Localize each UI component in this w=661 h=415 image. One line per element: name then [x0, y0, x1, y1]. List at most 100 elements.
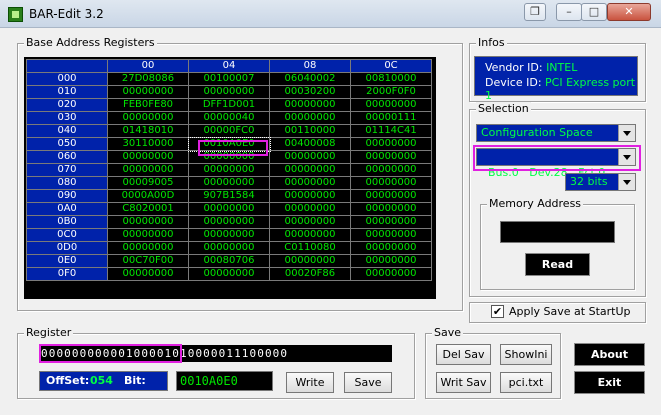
register-cell[interactable]: 0010A0E0: [187, 136, 271, 152]
vendor-id-value: INTEL: [546, 61, 578, 74]
row-address: 050: [26, 137, 108, 151]
register-cell[interactable]: 00009005: [107, 176, 189, 190]
register-cell[interactable]: 30110000: [107, 137, 189, 151]
width-select[interactable]: 32 bits: [565, 173, 636, 191]
register-cell[interactable]: 01418010: [107, 124, 189, 138]
chevron-down-icon[interactable]: [618, 174, 635, 190]
apply-save-checkbox[interactable]: ✔: [491, 305, 504, 318]
register-cell[interactable]: 00000000: [269, 189, 351, 203]
register-cell[interactable]: 00000000: [350, 202, 432, 216]
register-cell[interactable]: 00100007: [188, 72, 270, 86]
write-button[interactable]: Write: [286, 372, 334, 393]
grid-header-row: 00 04 08 0C: [26, 59, 432, 73]
register-cell[interactable]: FEB0FE80: [107, 98, 189, 112]
register-cell[interactable]: 00000000: [107, 215, 189, 229]
register-cell[interactable]: 00C70F00: [107, 254, 189, 268]
register-cell[interactable]: 00000000: [269, 228, 351, 242]
register-cell[interactable]: 00000000: [269, 98, 351, 112]
register-cell[interactable]: 00000000: [269, 111, 351, 125]
register-cell[interactable]: 00000000: [188, 267, 270, 281]
offset-label: OffSet:: [46, 374, 90, 387]
chevron-down-icon[interactable]: [618, 149, 635, 165]
register-legend: Register: [24, 326, 74, 339]
register-cell[interactable]: 00000000: [188, 176, 270, 190]
register-grid[interactable]: 00 04 08 0C 000 27D08086 00100007 06040002 0…: [24, 57, 436, 299]
register-cell[interactable]: 00000000: [107, 111, 189, 125]
memory-address-legend: Memory Address: [487, 197, 584, 210]
bar-legend: Base Address Registers: [24, 36, 157, 49]
exit-button[interactable]: Exit: [574, 371, 645, 394]
bus-dev-fct-select[interactable]: Bus.0 Dev.28 Fct.0: [476, 148, 636, 179]
register-cell[interactable]: 00000000: [188, 241, 270, 255]
register-cell[interactable]: 00000000: [350, 267, 432, 281]
register-cell[interactable]: 2000F0F0: [350, 85, 432, 99]
register-cell[interactable]: 00000040: [188, 111, 270, 125]
register-cell[interactable]: 00000000: [269, 163, 351, 177]
register-cell[interactable]: 00000000: [269, 215, 351, 229]
register-value-field[interactable]: 0010A0E0: [176, 371, 273, 391]
register-cell[interactable]: 00000000: [269, 254, 351, 268]
register-cell[interactable]: 907B1584: [188, 189, 270, 203]
register-cell[interactable]: C0110080: [269, 241, 351, 255]
register-cell[interactable]: 0000A00D: [107, 189, 189, 203]
register-cell[interactable]: 00000000: [107, 163, 189, 177]
register-cell[interactable]: 00000000: [269, 176, 351, 190]
register-cell[interactable]: 00020F86: [269, 267, 351, 281]
register-cell[interactable]: 00000FC0: [188, 124, 270, 138]
register-cell[interactable]: 00000000: [188, 150, 270, 164]
register-cell[interactable]: 00000000: [350, 215, 432, 229]
register-cell[interactable]: 00400008: [269, 137, 351, 151]
pci-txt-button[interactable]: pci.txt: [500, 372, 552, 393]
register-cell[interactable]: 06040002: [269, 72, 351, 86]
register-cell[interactable]: 00000000: [350, 241, 432, 255]
register-cell[interactable]: 00000000: [188, 215, 270, 229]
register-cell[interactable]: 00000000: [188, 228, 270, 242]
register-cell[interactable]: 00000000: [269, 150, 351, 164]
register-cell[interactable]: 00080706: [188, 254, 270, 268]
register-cell[interactable]: 27D08086: [107, 72, 189, 86]
register-cell[interactable]: 00000000: [350, 137, 432, 151]
grid-row: 070 00000000 00000000 00000000 00000000: [26, 163, 432, 177]
register-cell[interactable]: C8020001: [107, 202, 189, 216]
del-sav-button[interactable]: Del Sav: [436, 344, 491, 365]
save-button[interactable]: Save: [344, 372, 392, 393]
minimize-button[interactable]: –: [556, 3, 582, 21]
memory-address-input[interactable]: [500, 221, 615, 243]
column-header: 04: [188, 59, 270, 73]
register-cell[interactable]: 00810000: [350, 72, 432, 86]
register-cell[interactable]: 00000000: [350, 176, 432, 190]
register-cell[interactable]: 00000000: [107, 228, 189, 242]
register-cell[interactable]: 00000000: [188, 85, 270, 99]
restore-icon[interactable]: ❐: [524, 3, 546, 21]
register-cell[interactable]: DFF1D001: [188, 98, 270, 112]
writ-sav-button[interactable]: Writ Sav: [436, 372, 491, 393]
register-cell[interactable]: 00000000: [188, 163, 270, 177]
register-cell[interactable]: 00000000: [350, 150, 432, 164]
register-table: 00 04 08 0C 000 27D08086 00100007 06040002 0…: [26, 59, 432, 281]
register-cell[interactable]: 00000111: [350, 111, 432, 125]
register-cell[interactable]: 00000000: [269, 202, 351, 216]
register-cell[interactable]: 00000000: [350, 98, 432, 112]
register-cell[interactable]: 00000000: [350, 228, 432, 242]
close-button[interactable]: ✕: [607, 3, 651, 21]
register-cell[interactable]: 00000000: [350, 254, 432, 268]
register-cell[interactable]: 00000000: [107, 150, 189, 164]
register-cell[interactable]: 00000000: [107, 85, 189, 99]
register-cell[interactable]: 00000000: [107, 241, 189, 255]
about-button[interactable]: About: [574, 343, 645, 366]
maximize-button[interactable]: □: [581, 3, 607, 21]
register-cell[interactable]: 00000000: [350, 189, 432, 203]
register-cell[interactable]: 00000000: [350, 163, 432, 177]
register-cell[interactable]: 00110000: [269, 124, 351, 138]
show-ini-button[interactable]: ShowIni: [500, 344, 552, 365]
register-cell[interactable]: 00000000: [188, 202, 270, 216]
register-cell[interactable]: 00000000: [107, 267, 189, 281]
read-button[interactable]: Read: [525, 253, 590, 276]
register-cell[interactable]: 01114C41: [350, 124, 432, 138]
register-bits[interactable]: 00000000000100001010000011100000: [41, 345, 392, 362]
register-cell[interactable]: 00030200: [269, 85, 351, 99]
app-icon: [8, 7, 23, 22]
space-select[interactable]: Configuration Space: [476, 124, 636, 142]
grid-row: 050 30110000 0010A0E0 00400008 00000000: [26, 136, 432, 152]
chevron-down-icon[interactable]: [618, 125, 635, 141]
